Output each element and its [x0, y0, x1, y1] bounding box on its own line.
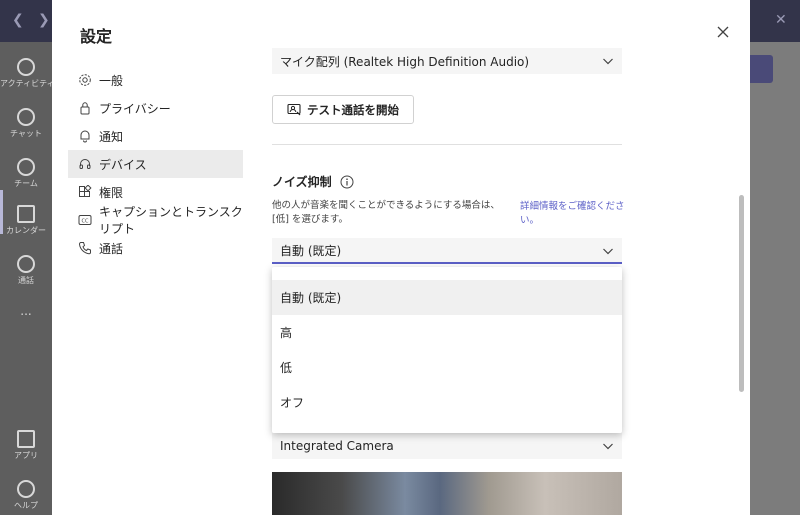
microphone-select[interactable]: マイク配列 (Realtek High Definition Audio) — [272, 48, 622, 74]
lock-icon — [78, 101, 92, 115]
camera-select[interactable]: Integrated Camera — [272, 433, 622, 459]
devices-panel: マイク配列 (Realtek High Definition Audio) テス… — [272, 0, 632, 515]
option-label: オフ — [280, 396, 305, 410]
back-arrow-icon: ❮ — [12, 12, 24, 28]
camera-preview — [272, 472, 622, 515]
app-nav-apps: アプリ — [0, 422, 52, 472]
chevron-down-icon — [603, 58, 613, 65]
bell-icon — [17, 58, 35, 76]
option-label: 自動 (既定) — [280, 291, 342, 305]
nav-item-label: 通話 — [99, 241, 124, 256]
cc-icon: CC — [78, 213, 92, 227]
app-nav-chat: チャット — [0, 100, 52, 150]
calendar-icon — [17, 205, 35, 223]
nav-item-label: 一般 — [99, 73, 124, 88]
option-label: 高 — [280, 326, 293, 340]
learn-more-link[interactable]: 詳細情報をご確認ください。 — [520, 200, 625, 228]
nav-item-notifications[interactable]: 通知 — [68, 122, 243, 150]
microphone-value: マイク配列 (Realtek High Definition Audio) — [280, 54, 530, 69]
more-icon: ... — [20, 304, 32, 318]
svg-text:CC: CC — [82, 218, 89, 224]
bell-icon — [78, 129, 92, 143]
app-nav-label: アプリ — [14, 451, 38, 460]
chevron-down-icon — [603, 248, 613, 255]
noise-suppression-select[interactable]: 自動 (既定) — [272, 238, 622, 264]
scrollbar-thumb[interactable] — [739, 195, 744, 392]
help-icon — [17, 480, 35, 498]
app-nav-calendar: カレンダー — [0, 197, 52, 247]
option-label: 低 — [280, 361, 293, 375]
app-nav-label: 通話 — [18, 276, 34, 285]
camera-value: Integrated Camera — [280, 439, 394, 453]
nav-item-label: デバイス — [99, 157, 147, 172]
option-auto[interactable]: 自動 (既定) — [272, 280, 622, 315]
option-off[interactable]: オフ — [272, 385, 622, 420]
app-nav-calls: 通話 — [0, 247, 52, 297]
apps-grid-icon — [78, 185, 92, 199]
gear-icon — [78, 73, 92, 87]
noise-suppression-dropdown: 自動 (既定) 高 低 オフ — [272, 267, 622, 433]
nav-item-general[interactable]: 一般 — [68, 66, 243, 94]
app-nav-teams: チーム — [0, 150, 52, 200]
noise-suppression-title: ノイズ抑制 — [272, 175, 332, 189]
close-button[interactable] — [712, 22, 734, 44]
option-low[interactable]: 低 — [272, 350, 622, 385]
close-icon — [717, 26, 729, 38]
nav-item-label: 権限 — [99, 185, 124, 200]
teams-icon — [17, 158, 35, 176]
noise-suppression-description: 他の人が音楽を聞くことができるようにする場合は、[低] を選びます。 — [272, 200, 500, 225]
app-nav-rail: アクティビティ チャット チーム カレンダー 通話 ... アプリ ヘルプ — [0, 42, 52, 515]
forward-arrow-icon: ❯ — [38, 12, 50, 28]
nav-item-label: プライバシー — [99, 101, 171, 116]
info-icon[interactable] — [340, 175, 354, 189]
apps-icon — [17, 430, 35, 448]
test-call-icon — [287, 103, 301, 116]
chevron-down-icon — [603, 443, 613, 450]
chat-icon — [17, 108, 35, 126]
section-divider — [272, 144, 622, 145]
phone-icon — [78, 241, 92, 255]
dialog-title: 設定 — [80, 27, 113, 46]
app-nav-label: カレンダー — [6, 226, 46, 235]
app-nav-more: ... — [0, 300, 52, 350]
nav-item-calls[interactable]: 通話 — [68, 234, 243, 262]
app-nav-help: ヘルプ — [0, 472, 52, 515]
app-nav-label: チーム — [14, 179, 38, 188]
app-nav-active-indicator — [0, 190, 3, 234]
noise-suppression-heading: ノイズ抑制 — [272, 173, 354, 190]
app-nav-label: ヘルプ — [14, 501, 38, 510]
test-call-button[interactable]: テスト通話を開始 — [272, 95, 414, 124]
headset-icon — [78, 157, 92, 171]
phone-icon — [17, 255, 35, 273]
test-call-label: テスト通話を開始 — [307, 102, 399, 117]
nav-item-captions[interactable]: CC キャプションとトランスクリプト — [68, 205, 243, 236]
settings-nav: 一般 プライバシー 通知 デバイス 権限 CC キャプションとトランスクリプト … — [68, 66, 243, 262]
nav-item-label: 通知 — [99, 129, 124, 144]
noise-suppression-value: 自動 (既定) — [280, 243, 342, 258]
app-nav-activity: アクティビティ — [0, 50, 52, 100]
nav-item-devices[interactable]: デバイス — [68, 150, 243, 178]
nav-item-permissions[interactable]: 権限 — [68, 178, 243, 206]
nav-item-privacy[interactable]: プライバシー — [68, 94, 243, 122]
settings-dialog: 設定 一般 プライバシー 通知 デバイス 権限 CC キャプションとトランスクリ… — [52, 0, 750, 515]
app-nav-label: アクティビティ — [0, 79, 52, 88]
app-nav-label: チャット — [10, 129, 42, 138]
nav-item-label: キャプションとトランスクリプト — [99, 205, 243, 236]
option-high[interactable]: 高 — [272, 315, 622, 350]
app-background-content — [750, 42, 800, 515]
window-close-icon: ✕ — [775, 12, 787, 28]
